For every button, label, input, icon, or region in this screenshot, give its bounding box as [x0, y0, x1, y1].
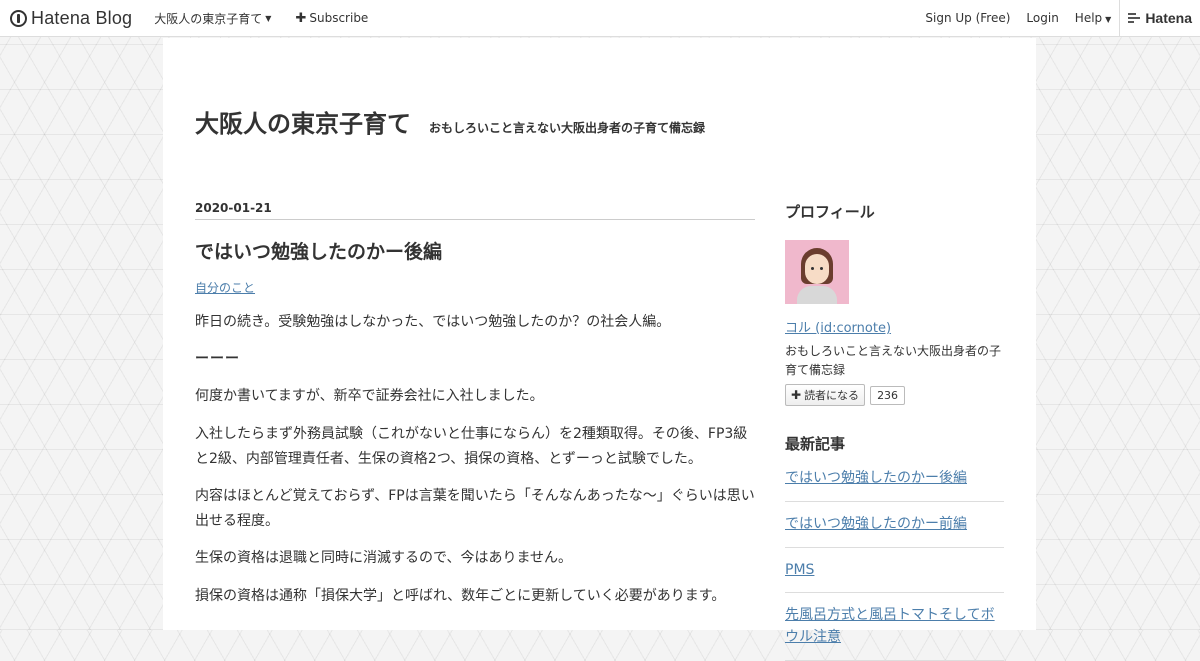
profile-user-link[interactable]: コル (id:cornote): [785, 317, 1004, 336]
avatar[interactable]: [785, 240, 849, 304]
recent-entry-link[interactable]: ではいつ勉強したのかー後編: [785, 470, 967, 486]
reader-count[interactable]: 236: [870, 385, 906, 405]
entry-paragraph: 何度か書いてますが、新卒で証券会社に入社しました。: [195, 388, 544, 405]
caret-down-icon: ▼: [1105, 15, 1112, 24]
entry-category-link[interactable]: 自分のこと: [195, 279, 255, 296]
blog-name-label: 大阪人の東京子育て: [154, 11, 263, 26]
entry: 2020-01-21 ではいつ勉強したのかー後編 自分のこと 昨日の続き。受験勉…: [195, 201, 755, 621]
entry-date[interactable]: 2020-01-21: [195, 201, 755, 220]
recent-entries-title: 最新記事: [785, 435, 846, 454]
help-dropdown[interactable]: Help ▼: [1067, 11, 1120, 25]
profile-description: おもしろいこと言えない大阪出身者の子育て備忘録: [785, 344, 1002, 377]
header-right-menu: Sign Up (Free) Login Help ▼ Hatena: [917, 0, 1200, 37]
entry-paragraph: 生保の資格は退職と同時に消滅するので、今はありません。: [195, 550, 573, 567]
become-reader-button[interactable]: ✚ 読者になる: [785, 384, 866, 407]
global-header: Hatena Blog 大阪人の東京子育て ▼ ✚ Subscribe Sign…: [0, 0, 1200, 37]
hatena-logo-icon: [1128, 12, 1142, 24]
entry-body: 昨日の続き。受験勉強はしなかった、ではいつ勉強したのか？の社会人編。 ーーー 何…: [195, 310, 755, 609]
recent-entries-list: ではいつ勉強したのかー後編 ではいつ勉強したのかー前編 PMS 先風呂方式と風呂…: [785, 468, 1004, 661]
recent-entry-link[interactable]: PMS: [785, 562, 814, 578]
signup-link[interactable]: Sign Up (Free): [917, 11, 1018, 25]
entry-title[interactable]: ではいつ勉強したのかー後編: [195, 237, 755, 264]
hatena-logo-text: Hatena: [1145, 10, 1192, 26]
hatena-blog-logo-icon: [10, 9, 27, 27]
entry-paragraph: 昨日の続き。受験勉強はしなかった、ではいつ勉強したのか？の社会人編。: [195, 314, 671, 330]
plus-icon: ✚: [791, 388, 802, 403]
subscribe-label: Subscribe: [309, 11, 369, 25]
entry-separator: ーーー: [195, 351, 240, 368]
list-item: ではいつ勉強したのかー後編: [785, 468, 1004, 502]
reader-row: ✚ 読者になる 236: [785, 384, 1004, 407]
profile-title: プロフィール: [785, 203, 875, 221]
hatena-blog-logo-text: Hatena Blog: [31, 7, 133, 28]
blog-header: 大阪人の東京子育て おもしろいこと言えない大阪出身者の子育て備忘録: [195, 104, 705, 139]
entry-paragraph: 入社したらまず外務員試験（これがないと仕事にならん）を2種類取得。その後、FP3…: [195, 425, 748, 467]
hatena-blog-logo[interactable]: Hatena Blog: [10, 8, 132, 29]
recent-entry-link[interactable]: 先風呂方式と風呂トマトそしてボウル注意: [785, 607, 995, 645]
caret-down-icon: ▼: [265, 13, 272, 23]
list-item: ではいつ勉強したのかー前編: [785, 502, 1004, 548]
sidebar: プロフィール コル (id:cornote) おもしろいこと言えない大阪出身者の…: [785, 201, 1004, 661]
help-label: Help: [1074, 11, 1103, 25]
entry-paragraph: 内容はほとんど覚えておらず、FPは言葉を聞いたら「そんなんあったな〜」ぐらいは思…: [195, 487, 755, 530]
become-reader-label: 読者になる: [804, 389, 860, 403]
subscribe-button[interactable]: ✚ Subscribe: [295, 11, 368, 26]
list-item: 先風呂方式と風呂トマトそしてボウル注意: [785, 593, 1004, 661]
blog-name-dropdown[interactable]: 大阪人の東京子育て ▼: [154, 10, 271, 27]
list-item: PMS: [785, 548, 1004, 594]
entry-paragraph: 損保の資格は通称「損保大学」と呼ばれ、数年ごとに更新していく必要があります。: [195, 587, 726, 604]
plus-icon: ✚: [295, 10, 307, 26]
hatena-logo[interactable]: Hatena: [1120, 10, 1200, 26]
login-link[interactable]: Login: [1018, 11, 1066, 25]
recent-entry-link[interactable]: ではいつ勉強したのかー前編: [785, 516, 967, 532]
blog-title[interactable]: 大阪人の東京子育て: [195, 104, 411, 139]
blog-container: 大阪人の東京子育て おもしろいこと言えない大阪出身者の子育て備忘録 2020-0…: [163, 38, 1036, 661]
blog-description: おもしろいこと言えない大阪出身者の子育て備忘録: [429, 121, 706, 135]
